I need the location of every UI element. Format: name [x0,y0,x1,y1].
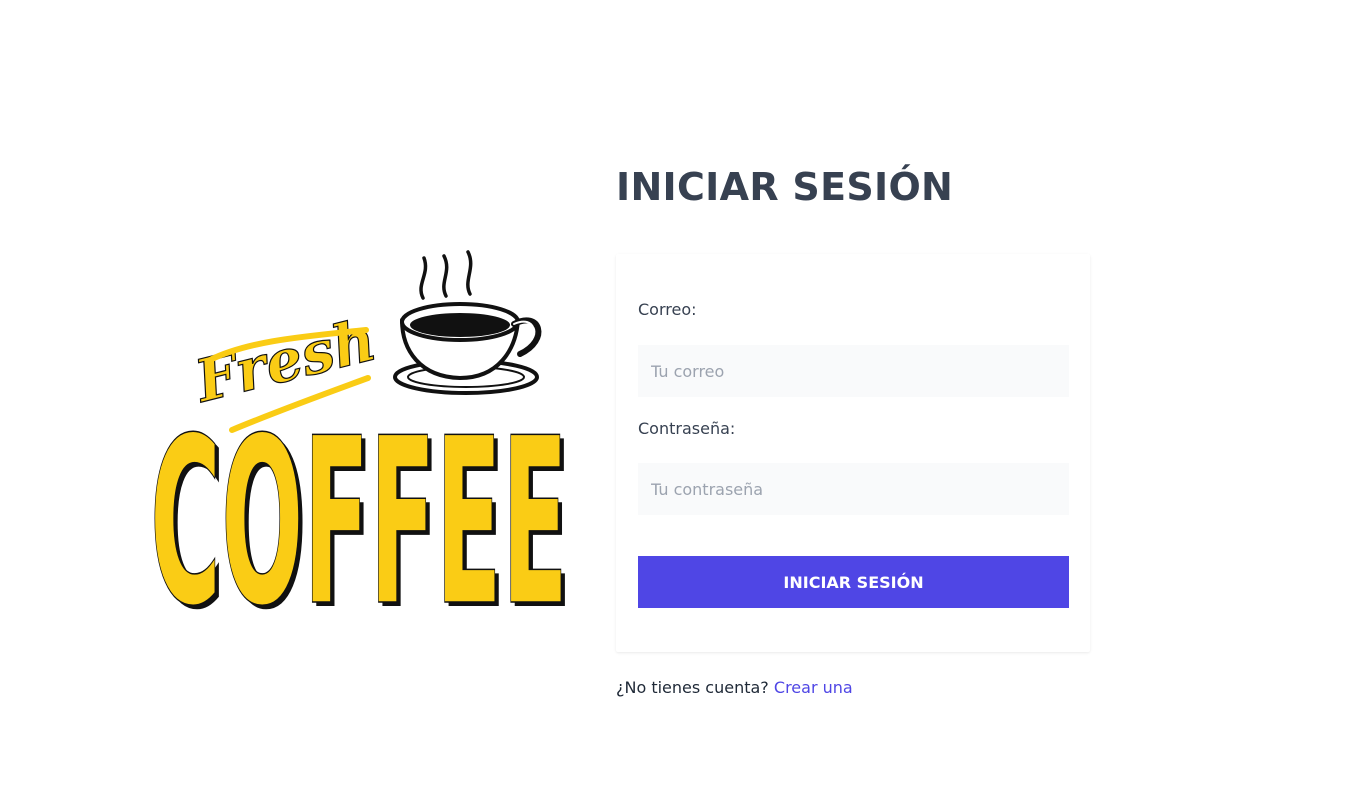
steam-icon [419,250,473,300]
login-page: Fresh COFFEE COFFEE INICIAR SESIÓN Corre… [0,0,1364,800]
coffee-wordmark: COFFEE COFFEE [149,389,572,620]
email-label: Correo: [638,300,697,319]
coffee-cup-icon [393,302,542,395]
signup-question: ¿No tienes cuenta? [616,678,774,697]
login-submit-button[interactable]: INICIAR SESIÓN [638,556,1069,608]
fresh-coffee-logo: Fresh COFFEE COFFEE [140,250,580,620]
create-account-link[interactable]: Crear una [774,678,853,697]
signup-prompt: ¿No tienes cuenta? Crear una [616,677,853,699]
svg-text:COFFEE: COFFEE [150,390,568,620]
email-input[interactable] [638,345,1069,397]
login-form: Correo: Contraseña: INICIAR SESIÓN [616,254,1090,652]
coffee-logo-image: Fresh COFFEE COFFEE [149,250,572,620]
page-title: INICIAR SESIÓN [616,165,954,209]
password-label: Contraseña: [638,419,736,438]
password-input[interactable] [638,463,1069,515]
